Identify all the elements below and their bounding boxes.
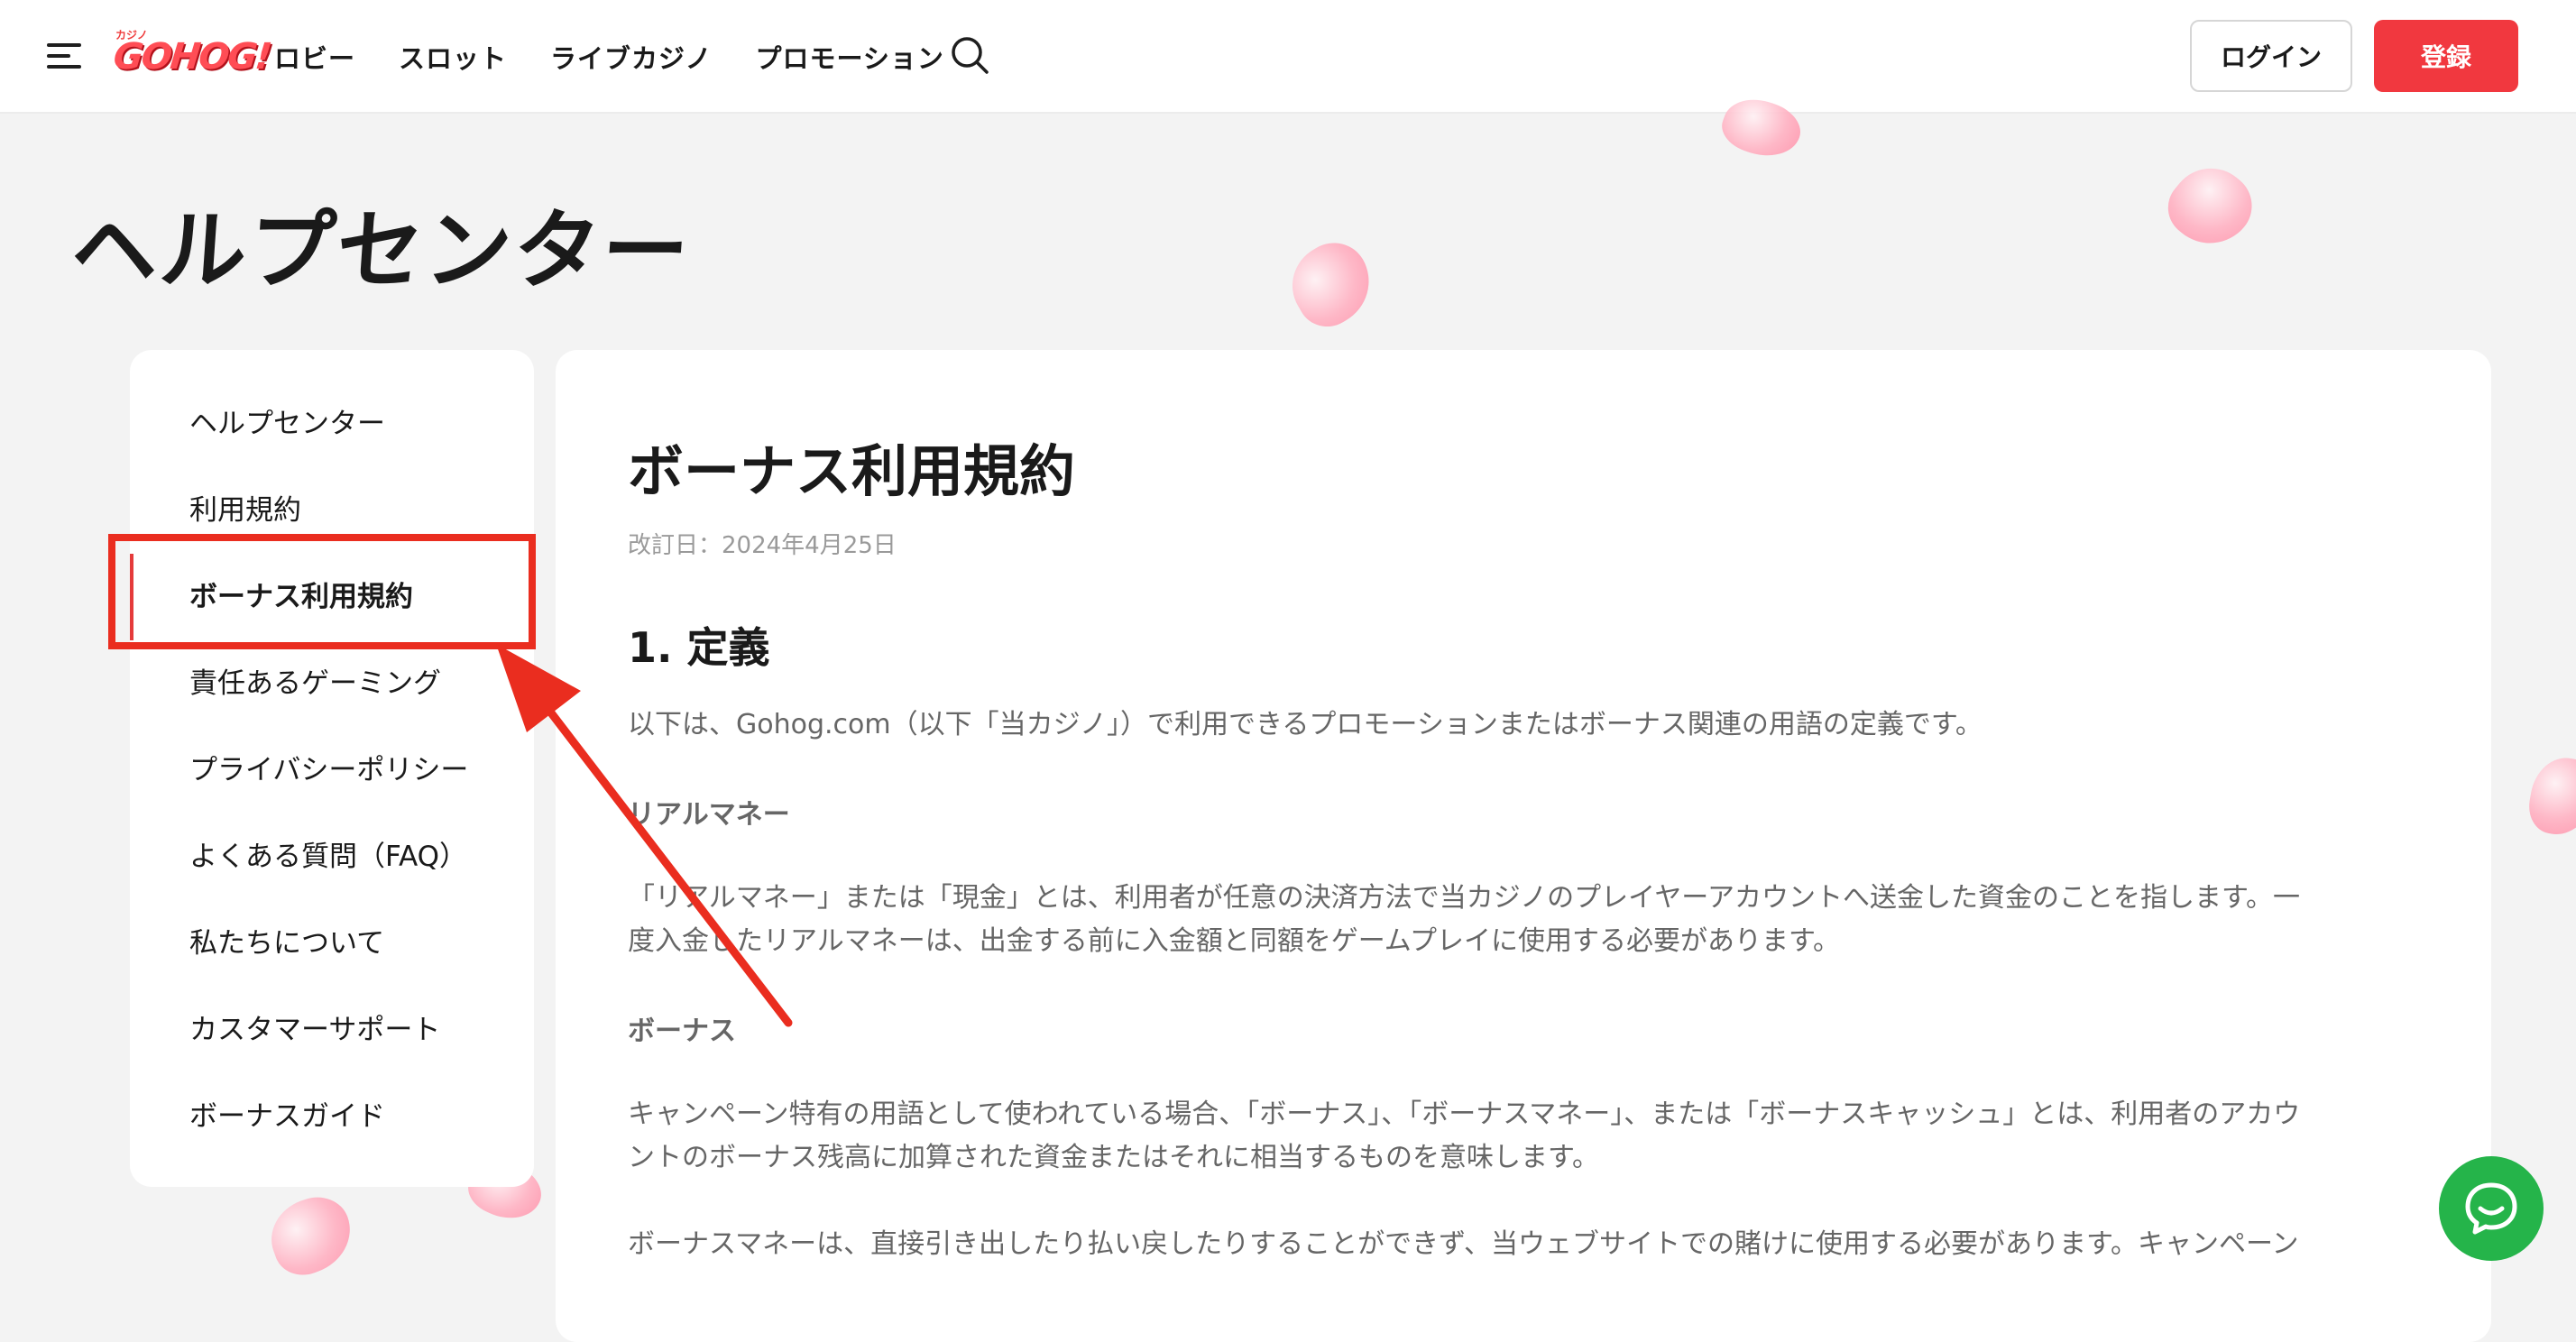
content-title: ボーナス利用規約 bbox=[628, 438, 1076, 504]
revision-date: 改訂日：2024年4月25日 bbox=[628, 532, 897, 559]
search-icon[interactable] bbox=[949, 34, 990, 76]
term-heading: リアルマネー bbox=[628, 799, 790, 831]
term-definition-line: 「リアルマネー」または「現金」とは、利用者が任意の決済方法で当カジノのプレイヤー… bbox=[628, 882, 2300, 914]
sidebar-item-privacy-policy[interactable]: プライバシーポリシー bbox=[189, 747, 468, 787]
login-button[interactable]: ログイン bbox=[2190, 20, 2352, 92]
sidebar-item-customer-support[interactable]: カスタマーサポート bbox=[189, 1006, 440, 1047]
sidebar-item-help-center[interactable]: ヘルプセンター bbox=[189, 400, 385, 441]
petal-decoration bbox=[2156, 152, 2266, 262]
sidebar-item-responsible-gaming[interactable]: 責任あるゲーミング bbox=[189, 660, 441, 701]
intro-paragraph: 以下は、Gohog.com（以下「当カジノ」）で利用できるプロモーションまたはボ… bbox=[628, 709, 1983, 740]
nav-live-casino[interactable]: ライブカジノ bbox=[550, 38, 712, 76]
chat-bubble-icon bbox=[2465, 1182, 2517, 1235]
sidebar-item-faq[interactable]: よくある質問（FAQ） bbox=[189, 833, 467, 874]
term-definition-line: キャンペーン特有の用語として使われている場合、「ボーナス」、「ボーナスマネー」、… bbox=[628, 1098, 2301, 1130]
content-panel: ボーナス利用規約 改訂日：2024年4月25日 1. 定義 以下は、Gohog.… bbox=[556, 350, 2491, 1342]
top-header: カジノ GOHOG! ロビー スロット ライブカジノ プロモーション ログイン … bbox=[0, 0, 2576, 114]
petal-decoration bbox=[261, 1188, 362, 1283]
nav-slots[interactable]: スロット bbox=[399, 38, 507, 76]
main-nav: ロビー スロット ライブカジノ プロモーション bbox=[274, 0, 944, 114]
hamburger-menu-icon[interactable] bbox=[47, 41, 83, 70]
term-definition-line: ントのボーナス残高に加算された資金またはそれに相当するものを意味します。 bbox=[628, 1142, 1599, 1173]
register-button[interactable]: 登録 bbox=[2374, 20, 2518, 92]
petal-decoration bbox=[2525, 752, 2576, 841]
term-heading: ボーナス bbox=[628, 1016, 736, 1047]
section-heading: 1. 定義 bbox=[628, 623, 770, 672]
annotation-highlight-box bbox=[108, 534, 536, 649]
gohog-logo[interactable]: カジノ GOHOG! bbox=[112, 27, 272, 83]
term-definition-line: 度入金したリアルマネーは、出金する前に入金額と同額をゲームプレイに使用する必要が… bbox=[628, 925, 1840, 957]
chat-support-button[interactable] bbox=[2439, 1156, 2544, 1261]
sidebar-item-bonus-guide[interactable]: ボーナスガイド bbox=[189, 1093, 385, 1134]
logo-text: GOHOG! bbox=[111, 36, 272, 78]
body-paragraph-line: ボーナスマネーは、直接引き出したり払い戻したりすることができず、当ウェブサイトで… bbox=[628, 1228, 2299, 1260]
nav-lobby[interactable]: ロビー bbox=[274, 38, 355, 76]
sidebar-item-about-us[interactable]: 私たちについて bbox=[189, 920, 384, 961]
petal-decoration bbox=[1277, 230, 1385, 338]
sidebar-item-terms[interactable]: 利用規約 bbox=[189, 487, 301, 528]
help-sidebar: ヘルプセンター 利用規約 ボーナス利用規約 責任あるゲーミング プライバシーポリ… bbox=[130, 350, 534, 1187]
page-title: ヘルプセンター bbox=[68, 200, 695, 301]
nav-promotions[interactable]: プロモーション bbox=[755, 38, 943, 76]
